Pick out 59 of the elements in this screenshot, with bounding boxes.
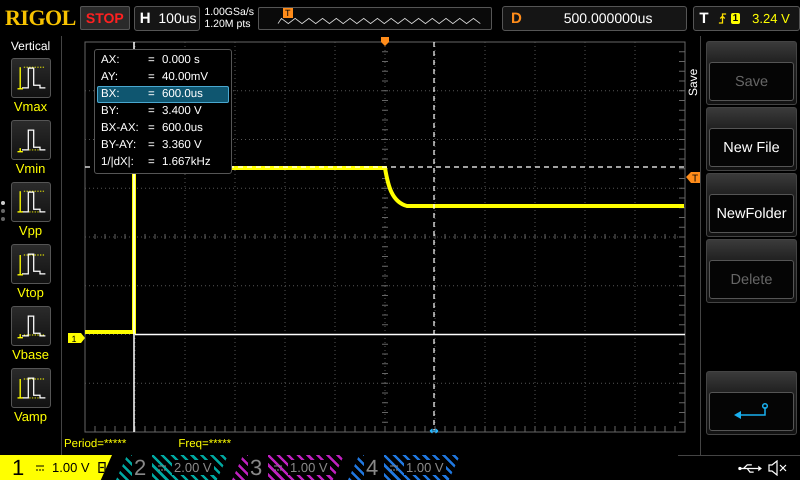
delay-box[interactable]: D 500.000000us — [502, 6, 688, 30]
muted-speaker-icon — [768, 460, 788, 476]
dc-coupling-icon — [36, 464, 44, 470]
cursor-line[interactable] — [433, 42, 435, 430]
page-indicator-icon — [1, 201, 5, 221]
trigger-level-marker[interactable]: T — [686, 172, 700, 184]
channel-tab[interactable]: 1 1.00 V — [0, 455, 112, 480]
measure-label: Vmax — [14, 98, 48, 116]
horizontal-cursor-icon — [429, 428, 439, 434]
measurement-text: Period=***** — [64, 437, 126, 452]
run-state-indicator[interactable]: STOP — [80, 6, 130, 30]
memory-depth: 1.20M pts — [204, 18, 252, 30]
softkey-button[interactable]: NewFolder — [706, 173, 797, 237]
bandwidth-limit-icon — [98, 462, 106, 473]
measure-label: Vtop — [17, 284, 44, 302]
delay-value: 500.000000us — [562, 10, 654, 26]
menu-title: Vertical — [10, 39, 50, 53]
readout-row[interactable]: AY: = 40.00mV — [97, 69, 229, 86]
trigger-position-marker — [381, 37, 389, 46]
dc-coupling-icon — [390, 464, 398, 470]
rising-edge-icon — [718, 12, 727, 24]
measure-button[interactable] — [10, 244, 50, 284]
readout-row[interactable]: BX: = 600.0us — [97, 86, 229, 103]
timebase-label: H — [138, 10, 152, 26]
measure-button[interactable] — [10, 58, 50, 98]
timebase-value: 100us — [157, 10, 198, 26]
readout-row[interactable]: 1/|dX|: = 1.667kHz — [97, 154, 229, 171]
dc-coupling-icon — [274, 464, 282, 470]
measure-button[interactable] — [10, 182, 50, 222]
measure-label: Vmin — [16, 160, 46, 178]
menu-title: Save — [686, 68, 700, 96]
measure-button[interactable] — [10, 368, 50, 408]
measure-button[interactable] — [10, 120, 50, 160]
sample-rate: 1.00GSa/s — [204, 6, 254, 18]
readout-row[interactable]: AX: = 0.000 s — [97, 52, 229, 69]
usb-icon — [738, 462, 762, 474]
trigger-level: 3.24 V — [752, 10, 790, 26]
measurement-text: Freq=***** — [178, 437, 232, 452]
softkey-button[interactable]: New File — [706, 107, 797, 171]
channel-tab[interactable]: 2 2.00 V — [116, 455, 228, 480]
measure-label: Vbase — [12, 346, 49, 364]
channel-tab[interactable]: 4 1.00 V — [348, 455, 460, 480]
readout-row[interactable]: BX-AX: = 600.0us — [97, 120, 229, 137]
readout-row[interactable]: BY-AY: = 3.360 V — [97, 137, 229, 154]
delay-label: D — [510, 10, 523, 26]
dc-coupling-icon — [158, 464, 166, 470]
channel-tab[interactable]: 3 1.00 V — [232, 455, 344, 480]
readout-row[interactable]: BY: = 3.400 V — [97, 103, 229, 120]
trigger-source: 1 — [730, 12, 740, 24]
channel-marker[interactable]: 1 — [68, 333, 85, 344]
trigger-label: T — [698, 10, 710, 26]
trigger-box[interactable]: T 1 3.24 V — [693, 6, 800, 30]
back-button[interactable] — [706, 371, 797, 435]
trigger-position-marker: T — [283, 8, 292, 18]
brand-logo: RIGOL — [5, 5, 76, 31]
measure-label: Vpp — [18, 222, 42, 240]
measure-label: Vamp — [14, 408, 47, 426]
timebase-box[interactable]: H 100us — [134, 6, 200, 30]
measure-button[interactable] — [10, 306, 50, 346]
